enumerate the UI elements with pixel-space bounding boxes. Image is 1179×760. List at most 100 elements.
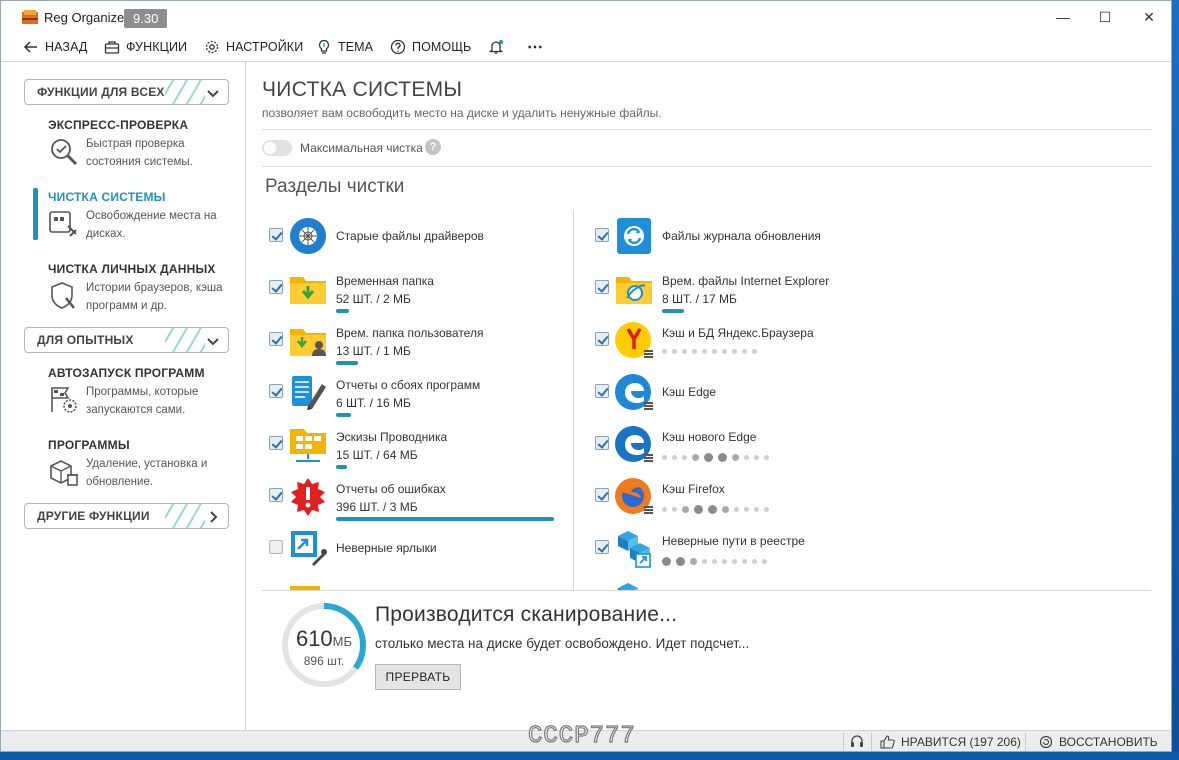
- watermark-text: СССР777: [527, 722, 636, 750]
- sidebar-item-autorun[interactable]: АВТОЗАПУСК ПРОГРАММ Программы, которые з…: [48, 366, 238, 422]
- toolbox-icon: [104, 41, 120, 54]
- cleanup-size-bar: [662, 309, 684, 313]
- cleanup-item[interactable]: Кэш Edge: [573, 368, 873, 420]
- nav-desc: Быстрая проверка состояния системы.: [86, 138, 193, 168]
- cleanup-checkbox[interactable]: [269, 436, 283, 450]
- cleanup-item[interactable]: Временная папка 52 ШТ. / 2 МБ: [247, 264, 547, 316]
- cleanup-checkbox[interactable]: [595, 332, 609, 346]
- divider: [262, 166, 1151, 167]
- cleanup-checkbox[interactable]: [595, 228, 609, 242]
- more-button[interactable]: ⋯: [527, 35, 543, 59]
- cleanup-checkbox[interactable]: [269, 540, 283, 554]
- progress-dot: [672, 349, 677, 354]
- cleanup-item[interactable]: Файлы журнала обновления: [573, 212, 873, 264]
- headset-icon: [851, 735, 863, 747]
- cleanup-item[interactable]: Неверные пути в реестре: [573, 524, 873, 576]
- nav-desc: Программы, которые запускаются сами.: [86, 386, 199, 416]
- scan-progress-dots: [662, 349, 757, 354]
- notifications-button[interactable]: [488, 35, 504, 59]
- cleanup-checkbox[interactable]: [269, 280, 283, 294]
- nav-title: ЧИСТКА ЛИЧНЫХ ДАННЫХ: [48, 262, 216, 276]
- cleanup-checkbox[interactable]: [269, 332, 283, 346]
- sidebar-item-private-data[interactable]: ЧИСТКА ЛИЧНЫХ ДАННЫХ Истории браузеров, …: [48, 262, 238, 318]
- taskbar-edge: [0, 752, 1179, 760]
- progress-dot: [764, 455, 769, 460]
- cleanup-checkbox[interactable]: [595, 384, 609, 398]
- cleanup-item[interactable]: Кэш и БД Яндекс.Браузера: [573, 316, 873, 368]
- group-header-label: ДЛЯ ОПЫТНЫХ: [37, 333, 134, 347]
- theme-menu[interactable]: ТЕМА: [316, 35, 373, 59]
- progress-dot: [704, 453, 713, 462]
- cleanup-item[interactable]: Кэш нового Edge: [573, 420, 873, 472]
- gear-driver-icon: [290, 218, 327, 254]
- group-header-all[interactable]: ФУНКЦИИ ДЛЯ ВСЕХ: [24, 79, 229, 105]
- cleanup-size-bar: [336, 309, 349, 313]
- close-icon[interactable]: ✕: [1141, 9, 1157, 25]
- progress-dot: [712, 559, 717, 564]
- cleanup-item-count: 15 ШТ. / 64 МБ: [336, 448, 418, 462]
- cleanup-checkbox[interactable]: [595, 540, 609, 554]
- progress-dot: [676, 557, 685, 566]
- group-header-label: ФУНКЦИИ ДЛЯ ВСЕХ: [37, 85, 165, 99]
- cleanup-item-name: Неверные ярлыки: [336, 541, 437, 555]
- group-header-advanced[interactable]: ДЛЯ ОПЫТНЫХ: [24, 327, 229, 353]
- cleanup-item-name: Отчеты о сбоях программ: [336, 378, 481, 392]
- status-separator: [1025, 733, 1026, 751]
- sidebar: ФУНКЦИИ ДЛЯ ВСЕХ ЭКСПРЕСС-ПРОВЕРКА Быстр…: [1, 62, 246, 730]
- stop-button[interactable]: ПРЕРВАТЬ: [375, 664, 461, 690]
- progress-dot: [754, 455, 759, 460]
- progress-dot: [732, 454, 739, 461]
- cleanup-item[interactable]: Врем. файлы Internet Explorer 8 ШТ. / 17 …: [573, 264, 873, 316]
- progress-dot: [672, 507, 677, 512]
- cleanup-checkbox[interactable]: [269, 488, 283, 502]
- cleanup-item[interactable]: Врем. папка пользователя 13 ШТ. / 1 МБ: [247, 316, 547, 368]
- cleanup-size-bar: [336, 517, 554, 521]
- progress-dot: [682, 455, 687, 460]
- like-button[interactable]: НРАВИТСЯ (197 206): [880, 735, 1021, 749]
- minimize-icon[interactable]: —: [1055, 9, 1071, 25]
- cleanup-item[interactable]: Неверные ярлыки: [247, 524, 547, 576]
- edge-icon: [615, 374, 653, 410]
- progress-dot: [662, 455, 667, 460]
- functions-menu[interactable]: ФУНКЦИИ: [104, 35, 187, 59]
- cleanup-item[interactable]: Эскизы Проводника 15 ШТ. / 64 МБ: [247, 420, 547, 472]
- progress-dot: [752, 349, 757, 354]
- cleanup-checkbox[interactable]: [269, 228, 283, 242]
- back-button[interactable]: НАЗАД: [23, 35, 88, 59]
- maximize-icon[interactable]: ☐: [1097, 9, 1113, 25]
- progress-dot: [708, 505, 717, 514]
- cleanup-item-count: 8 ШТ. / 17 МБ: [662, 292, 737, 306]
- cleanup-item[interactable]: Кэш Firefox: [573, 472, 873, 524]
- cleanup-item[interactable]: Отчеты об ошибках 396 ШТ. / 3 МБ: [247, 472, 554, 524]
- help-circle-icon[interactable]: ?: [425, 139, 441, 155]
- cleanup-checkbox[interactable]: [595, 436, 609, 450]
- progress-dot: [742, 349, 747, 354]
- max-clean-toggle[interactable]: [262, 140, 292, 156]
- restore-button[interactable]: ВОССТАНОВИТЬ: [1039, 735, 1158, 749]
- group-header-other[interactable]: ДРУГИЕ ФУНКЦИИ: [24, 503, 229, 529]
- cleanup-size-bar: [336, 361, 358, 365]
- sidebar-item-system-cleanup[interactable]: ЧИСТКА СИСТЕМЫ Освобождение места на дис…: [48, 190, 238, 246]
- sidebar-item-programs[interactable]: ПРОГРАММЫ Удаление, установка и обновлен…: [48, 438, 238, 494]
- scan-size-value: 610: [295, 626, 333, 651]
- settings-menu[interactable]: НАСТРОЙКИ: [204, 35, 303, 59]
- nav-title: ЧИСТКА СИСТЕМЫ: [48, 190, 166, 204]
- cleanup-item-name: Кэш Firefox: [662, 482, 725, 496]
- app-window: Reg Organizer 9.30 — ☐ ✕ НАЗАД ФУНКЦИИ Н…: [0, 0, 1172, 752]
- arrow-left-icon: [23, 41, 37, 53]
- cleanup-item[interactable]: [573, 576, 873, 590]
- cleanup-item[interactable]: Отчеты о сбоях программ 6 ШТ. / 16 МБ: [247, 368, 547, 420]
- help-menu[interactable]: ПОМОЩЬ: [390, 35, 471, 59]
- cleanup-item[interactable]: Логи работы системы: [247, 576, 547, 590]
- cleanup-checkbox[interactable]: [595, 488, 609, 502]
- support-button[interactable]: [850, 735, 864, 749]
- progress-dot: [712, 349, 717, 354]
- progress-dot: [682, 349, 687, 354]
- scan-separator: [262, 590, 1151, 591]
- cleanup-checkbox[interactable]: [269, 384, 283, 398]
- scan-progress-dots: [662, 453, 769, 462]
- cleanup-checkbox[interactable]: [595, 280, 609, 294]
- nav-title: ЭКСПРЕСС-ПРОВЕРКА: [48, 118, 189, 132]
- sidebar-item-express-check[interactable]: ЭКСПРЕСС-ПРОВЕРКА Быстрая проверка состо…: [48, 118, 238, 174]
- cleanup-item[interactable]: Старые файлы драйверов: [247, 212, 547, 264]
